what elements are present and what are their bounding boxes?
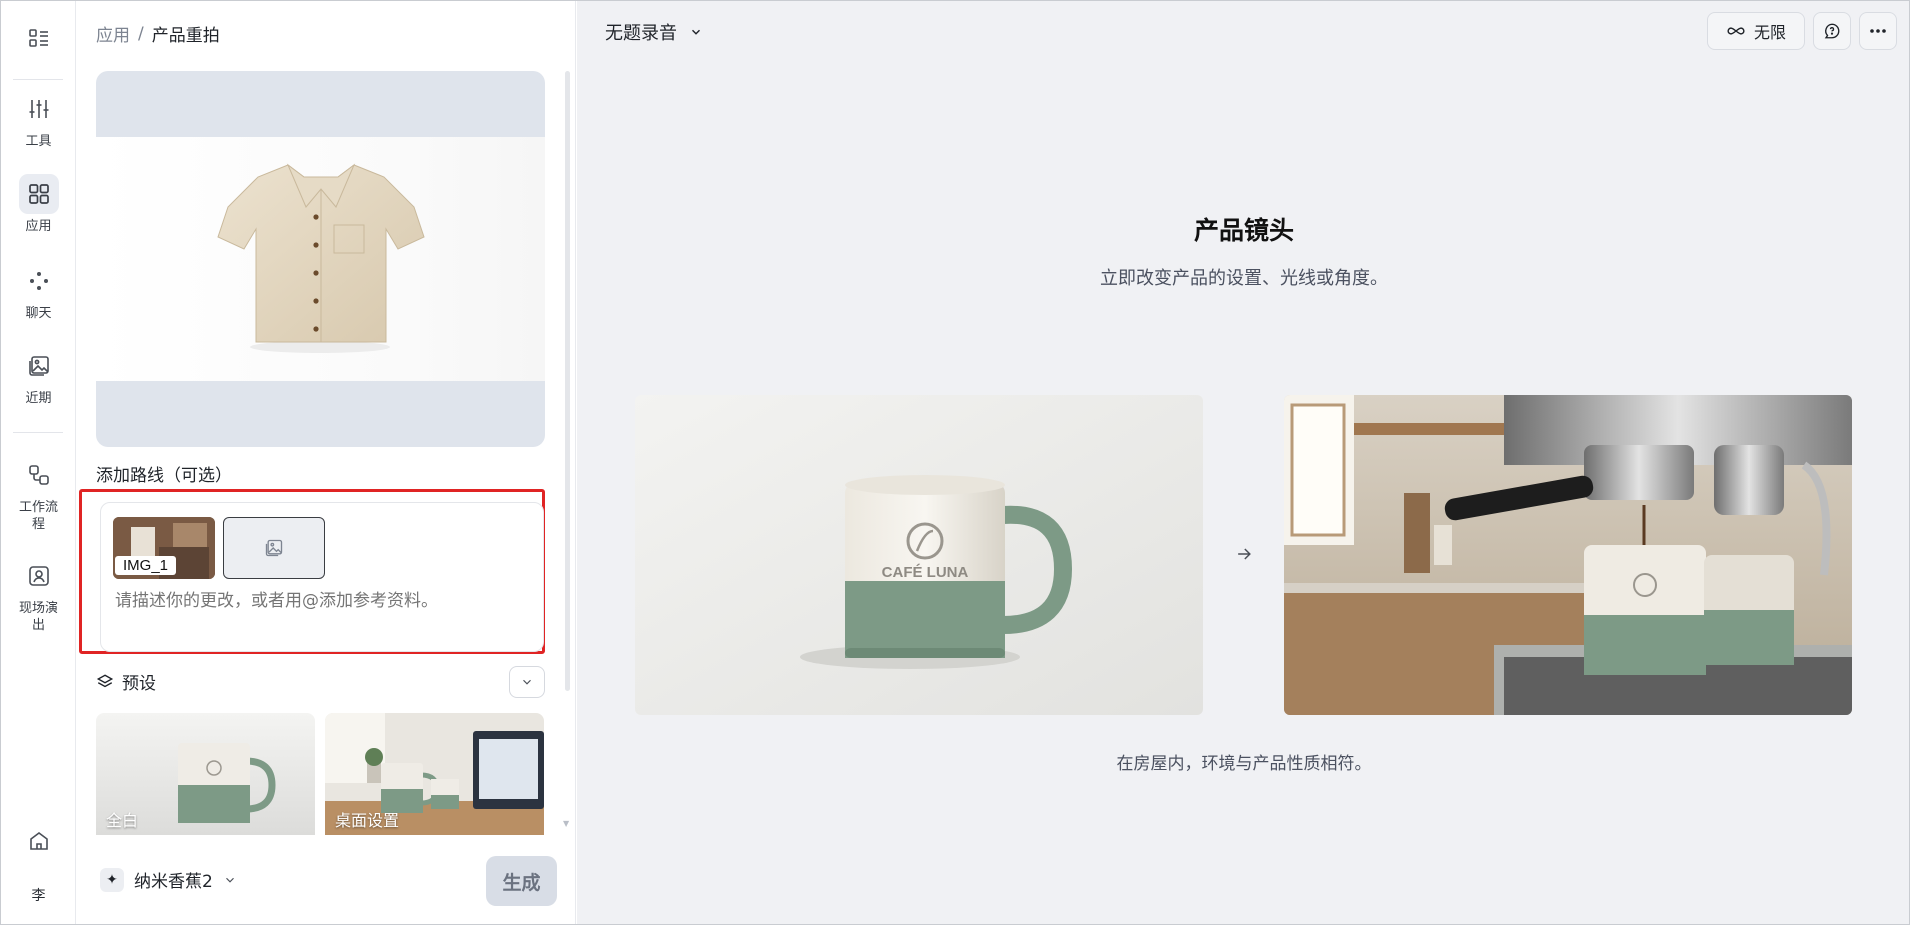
rail-home[interactable] — [1, 821, 76, 861]
scroll-down-icon[interactable]: ▼ — [563, 819, 569, 828]
rail-label-recent: 近期 — [25, 391, 52, 406]
live-user-icon — [19, 556, 59, 596]
arrow-right-icon — [1234, 544, 1254, 568]
preset-label: 桌面设置 — [335, 811, 400, 830]
product-image-dropzone[interactable] — [96, 71, 545, 447]
recent-images-icon — [19, 346, 59, 386]
rail-label-apps: 应用 — [25, 219, 52, 234]
model-name: 纳米香蕉2 — [134, 872, 213, 892]
mug-white-background: CAFÉ LUNA — [635, 395, 1203, 715]
chevron-down-icon — [692, 29, 700, 35]
route-label: 添加路线（可选） — [96, 466, 232, 486]
workflow-icon — [19, 455, 59, 495]
rail-label-chat: 聊天 — [25, 306, 52, 321]
rail-item-workflow[interactable]: 工作流程 — [1, 455, 76, 533]
preset-all-white[interactable]: 全白 — [96, 713, 315, 835]
apps-grid-icon — [18, 174, 59, 214]
rail-divider — [13, 79, 63, 80]
rail-label-live: 现场演出 — [18, 601, 58, 633]
more-options-button[interactable] — [1859, 12, 1897, 50]
breadcrumb: 应用 / 产品重拍 — [96, 21, 220, 47]
hero-subtitle: 立即改变产品的设置、光线或角度。 — [1100, 268, 1388, 289]
presets-collapse-button[interactable] — [509, 666, 545, 698]
chevron-down-icon — [523, 679, 531, 685]
attachment-thumbnail[interactable]: IMG_1 — [113, 517, 215, 579]
before-image: CAFÉ LUNA — [635, 395, 1203, 715]
presets-label: 预设 — [122, 674, 156, 694]
rail-label-workflow: 工作流程 — [18, 500, 58, 532]
attachment-label: IMG_1 — [115, 556, 177, 575]
edit-composer[interactable]: IMG_1 — [100, 502, 544, 652]
add-image-button[interactable] — [223, 517, 325, 579]
breadcrumb-separator: / — [138, 23, 144, 44]
more-horizontal-icon — [1870, 29, 1886, 33]
image-plus-icon — [265, 539, 283, 557]
rail-divider — [13, 432, 63, 433]
rail-item-live[interactable]: 现场演出 — [1, 556, 76, 634]
hero-title: 产品镜头 — [1193, 216, 1294, 245]
product-image — [96, 137, 545, 381]
model-selector[interactable]: ✦ 纳米香蕉2 — [100, 867, 237, 892]
avatar[interactable]: 李 — [1, 885, 76, 905]
left-rail: 工具 应用 聊天 近期 工作流程 现场演出 李 — [1, 1, 76, 924]
after-image — [1284, 395, 1852, 715]
presets-header: 预设 — [96, 669, 156, 694]
mug-brand-text: CAFÉ LUNA — [882, 564, 969, 581]
rail-label-tools: 工具 — [25, 134, 52, 149]
home-icon — [19, 821, 59, 861]
dots-icon — [19, 261, 59, 301]
breadcrumb-current: 产品重拍 — [151, 26, 220, 46]
chevron-down-icon — [225, 877, 234, 883]
app-window: 工具 应用 聊天 近期 工作流程 现场演出 李 应用 / 产品重拍 ▼ 添加路线… — [0, 0, 1910, 925]
app-panel: 应用 / 产品重拍 ▼ 添加路线（可选） IMG_1 请描述你的更改，或者用@添… — [77, 1, 576, 924]
chat-help-icon — [1824, 23, 1840, 39]
main-canvas: 无题录音 无限 产品镜头 立即改变产品的设置、光线或角度。 CAFÉ LUNA … — [577, 1, 1909, 924]
preset-desktop-setting[interactable]: 桌面设置 — [325, 713, 544, 835]
limit-label: 无限 — [1753, 23, 1786, 42]
shirt-illustration — [217, 163, 425, 353]
limit-button[interactable]: 无限 — [1707, 12, 1805, 50]
breadcrumb-apps-link[interactable]: 应用 — [96, 21, 130, 46]
rail-item-apps[interactable]: 应用 — [1, 174, 76, 235]
demo-caption: 在房屋内，环境与产品性质相符。 — [1116, 754, 1372, 774]
rail-item-tools[interactable]: 工具 — [1, 89, 76, 150]
infinity-icon — [1727, 27, 1745, 35]
generate-button[interactable]: 生成 — [486, 856, 557, 906]
mug-espresso-scene — [1284, 395, 1852, 715]
sliders-icon — [19, 89, 59, 129]
layers-icon — [96, 673, 114, 687]
menu-list-icon — [19, 18, 59, 58]
prompt-input[interactable] — [115, 591, 525, 611]
preset-label: 全白 — [106, 811, 139, 830]
rail-item-chat[interactable]: 聊天 — [1, 261, 76, 322]
rail-menu[interactable] — [1, 18, 76, 58]
rail-item-recent[interactable]: 近期 — [1, 346, 76, 407]
sparkle-icon: ✦ — [100, 867, 124, 892]
recording-title-dropdown[interactable]: 无题录音 — [605, 19, 703, 45]
panel-scrollbar[interactable] — [565, 71, 570, 691]
edit-highlight: IMG_1 — [79, 489, 545, 654]
feedback-button[interactable] — [1813, 12, 1851, 50]
recording-title: 无题录音 — [605, 23, 677, 44]
